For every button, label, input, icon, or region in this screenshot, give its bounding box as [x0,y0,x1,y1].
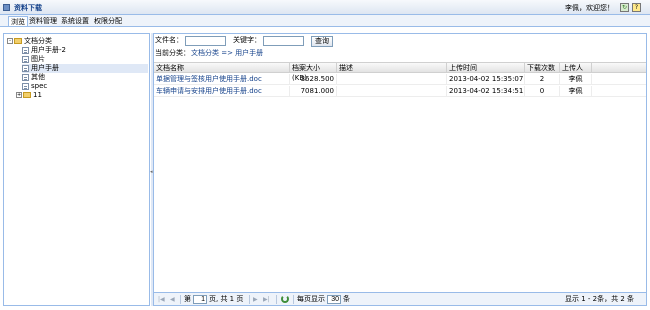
app-title: 资料下载 [14,4,42,12]
upload-time-cell: 2013-04-02 15:34:51 [449,86,525,96]
breadcrumb-label: 当前分类： [155,49,190,57]
per-page-unit: 条 [343,295,350,303]
per-page-label: 每页显示 [297,295,325,303]
column-header-name[interactable]: 文档名称 [154,63,290,73]
filename-input[interactable] [185,36,226,46]
expand-icon[interactable]: + [16,92,22,98]
file-name-cell[interactable]: 车辆申请与安排用户使用手册.doc [154,86,290,96]
tree-node-user-manual-2[interactable]: 用户手册-2 [22,46,148,55]
download-count-cell: 2 [525,74,560,84]
category-tree: - 文档分类 用户手册-2 图片 用户手册 其他 spec +11 [3,33,150,306]
collapse-icon[interactable]: - [7,38,13,44]
file-name-cell[interactable]: 单据管理与签核用户使用手册.doc [154,74,290,84]
tree-node-label: 图片 [31,55,45,63]
upload-time-cell: 2013-04-02 15:35:07 [449,74,525,84]
tree-node-images[interactable]: 图片 [22,55,148,64]
document-icon [22,46,29,54]
table-row[interactable]: 车辆申请与安排用户使用手册.doc 7081.000 2013-04-02 15… [154,86,646,97]
description-cell [337,86,447,96]
reload-icon[interactable] [281,295,289,303]
first-page-icon[interactable]: |◀ [158,296,165,303]
column-header-downloads[interactable]: 下载次数 [525,63,560,73]
document-icon [22,64,29,72]
query-button[interactable]: 查询 [311,36,333,47]
tab-file-management[interactable]: 资料管理 [27,16,59,26]
file-size-cell: 7081.000 [290,86,337,96]
pager-separator [249,295,250,304]
column-header-size[interactable]: 档案大小(KB) [290,63,337,82]
tree-node-label: 11 [33,91,42,99]
page-number-input[interactable] [193,295,207,304]
document-icon [22,73,29,81]
tree-node-spec[interactable]: spec [22,82,148,91]
tree-node-root[interactable]: - 文档分类 [7,37,52,46]
tree-node-user-manual[interactable]: 用户手册 [22,64,148,73]
column-header-description[interactable]: 描述 [337,63,447,73]
refresh-icon[interactable]: ↻ [620,3,629,12]
record-summary: 显示 1 - 2条，共 2 条 [565,295,635,303]
pager-separator [276,295,277,304]
menu-bar: 浏览 资料管理 系统设置 权限分配 [0,15,650,27]
keyword-label: 关键字： [233,36,261,44]
grid-header: 文档名称 档案大小(KB) 描述 上传时间 下载次数 上传人 [154,62,646,82]
description-cell [337,74,447,84]
uploader-cell: 李佩 [560,74,592,84]
tree-node-11[interactable]: +11 [16,91,42,100]
uploader-cell: 李佩 [560,86,592,96]
table-row[interactable]: 单据管理与签核用户使用手册.doc 3628.500 2013-04-02 15… [154,74,646,85]
help-icon[interactable]: ? [632,3,641,12]
tab-permissions[interactable]: 权限分配 [92,16,124,26]
column-header-uploader[interactable]: 上传人 [560,63,592,73]
tree-node-label: 用户手册 [31,64,59,72]
tab-browse[interactable]: 浏览 [8,16,28,26]
next-page-icon[interactable]: ▶ [253,296,258,303]
filename-label: 文件名： [155,36,183,44]
prev-page-icon[interactable]: ◀ [170,296,175,303]
keyword-input[interactable] [263,36,304,46]
app-icon [3,4,10,11]
tab-system-settings[interactable]: 系统设置 [59,16,91,26]
title-bar: 资料下载 李佩，欢迎您！ ↻ ? [0,0,650,15]
tree-node-other[interactable]: 其他 [22,73,148,82]
file-size-cell: 3628.500 [290,74,337,84]
pager-separator [180,295,181,304]
welcome-text: 李佩，欢迎您！ [565,4,614,12]
breadcrumb[interactable]: 文档分类 => 用户手册 [191,49,263,58]
per-page-input[interactable] [327,295,341,304]
page-total: 页, 共 1 页 [209,295,244,303]
tree-node-label: 文档分类 [24,37,52,45]
file-list-panel: 文件名： 关键字： 查询 当前分类： 文档分类 => 用户手册 文档名称 档案大… [153,33,647,306]
download-count-cell: 0 [525,86,560,96]
document-icon [22,82,29,90]
column-header-upload-time[interactable]: 上传时间 [447,63,525,73]
tree-node-label: 其他 [31,73,45,81]
tree-node-label: spec [31,82,48,90]
page-prefix: 第 [184,295,191,303]
last-page-icon[interactable]: ▶| [263,296,270,303]
folder-icon [23,92,31,98]
pager-separator [293,295,294,304]
pagination-bar: |◀ ◀ 第 页, 共 1 页 ▶ ▶| 每页显示 条 显示 1 - 2条，共 … [154,292,646,305]
folder-open-icon [14,38,22,44]
tree-node-label: 用户手册-2 [31,46,66,54]
document-icon [22,55,29,63]
